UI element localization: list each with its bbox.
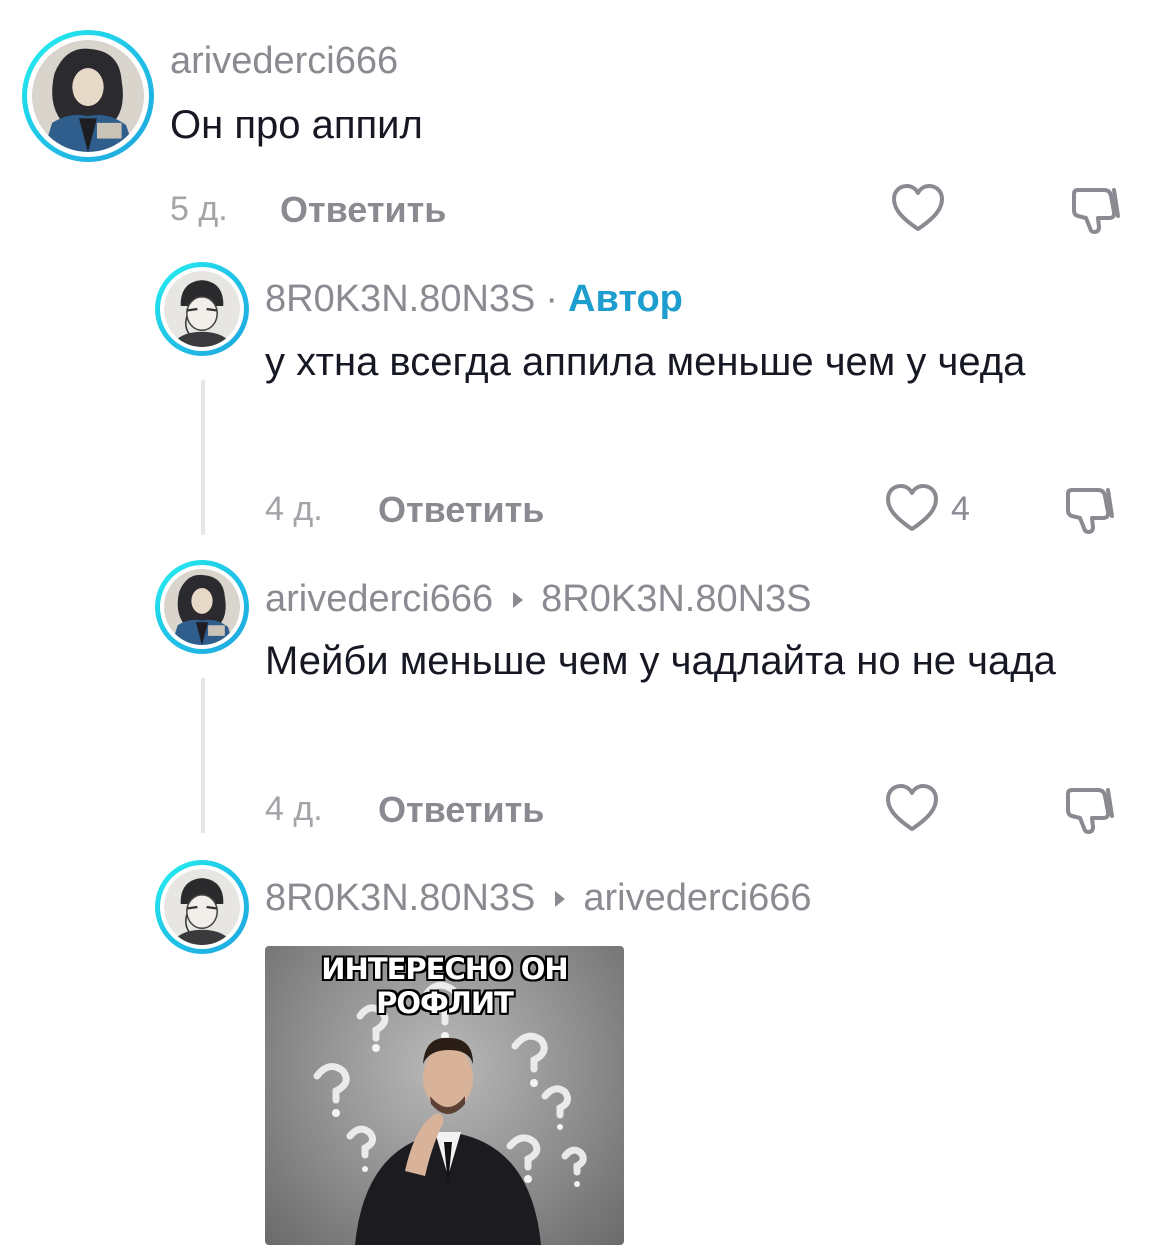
meme-image[interactable]: ИНТЕРЕСНО ОН РОФЛИТ: [265, 946, 624, 1245]
avatar-image: [164, 869, 240, 945]
comment-text: Мейби меньше чем у чадлайта но не чада: [265, 639, 1056, 683]
reply-button[interactable]: Ответить: [378, 789, 544, 831]
avatar[interactable]: [155, 262, 249, 356]
thumbs-down-icon[interactable]: [1062, 482, 1118, 538]
reply-button[interactable]: Ответить: [280, 189, 446, 231]
separator-dot: ·: [545, 278, 559, 320]
author-badge: Автор: [568, 278, 683, 320]
heart-outline-icon[interactable]: [884, 482, 940, 534]
heart-outline-icon[interactable]: [890, 182, 946, 234]
thread-line: [201, 678, 205, 833]
avatar-image: [164, 569, 240, 645]
avatar[interactable]: [22, 30, 154, 162]
comment-username: 8R0K3N.80N3S arivederci666: [265, 877, 812, 920]
avatar-image: [164, 271, 240, 347]
comment-text: у хтна всегда аппила меньше чем у чеда: [265, 340, 1026, 384]
triangle-right-icon: [513, 591, 524, 608]
triangle-right-icon: [555, 890, 566, 907]
comment-timestamp: 5 д.: [170, 190, 228, 228]
thumbs-down-icon[interactable]: [1068, 182, 1124, 238]
avatar[interactable]: [155, 860, 249, 954]
comment-timestamp: 4 д.: [265, 490, 323, 528]
comment-username: 8R0K3N.80N3S · Автор: [265, 278, 683, 321]
username-link[interactable]: 8R0K3N.80N3S: [265, 877, 535, 920]
heart-outline-icon[interactable]: [884, 782, 940, 834]
comment-username: arivederci666 8R0K3N.80N3S: [265, 578, 812, 621]
avatar-image: [32, 40, 144, 152]
reply-to-username[interactable]: arivederci666: [583, 877, 811, 920]
reply-button[interactable]: Ответить: [378, 489, 544, 531]
comment-username[interactable]: arivederci666: [170, 40, 398, 83]
comment-timestamp: 4 д.: [265, 790, 323, 828]
username-link[interactable]: 8R0K3N.80N3S: [265, 278, 535, 321]
like-count: 4: [951, 490, 970, 528]
thumbs-down-icon[interactable]: [1062, 782, 1118, 838]
username-link[interactable]: arivederci666: [265, 578, 493, 621]
reply-to-username[interactable]: 8R0K3N.80N3S: [541, 578, 811, 621]
meme-caption: ИНТЕРЕСНО ОН РОФЛИТ: [321, 952, 568, 1020]
avatar[interactable]: [155, 560, 249, 654]
thread-line: [201, 380, 205, 535]
comment-text: Он про аппил: [170, 103, 423, 147]
